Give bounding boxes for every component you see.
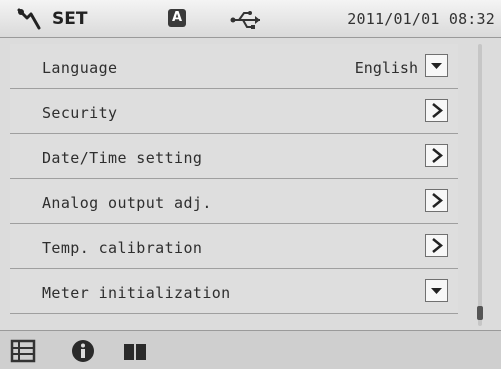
meter-initialization-dropdown-button[interactable] <box>425 279 448 302</box>
chevron-right-icon <box>432 193 443 208</box>
list-icon[interactable] <box>10 339 36 363</box>
dropdown-arrow-icon <box>431 63 442 69</box>
security-arrow-button[interactable] <box>425 99 448 122</box>
usb-icon <box>230 11 260 29</box>
menu-item-label: Temp. calibration <box>42 239 203 257</box>
menu-item-label: Security <box>42 104 118 122</box>
chevron-right-icon <box>432 238 443 253</box>
language-value: English <box>354 59 418 77</box>
menu-item-meter-initialization[interactable]: Meter initialization <box>10 269 458 314</box>
chevron-right-icon <box>432 148 443 163</box>
date-time-arrow-button[interactable] <box>425 144 448 167</box>
menu-item-security[interactable]: Security <box>10 89 458 134</box>
menu-item-analog-output-adj[interactable]: Analog output adj. <box>10 179 458 224</box>
temp-calibration-arrow-button[interactable] <box>425 234 448 257</box>
wrench-icon <box>17 8 41 30</box>
scrollbar-track[interactable] <box>478 44 482 326</box>
analog-output-arrow-button[interactable] <box>425 189 448 212</box>
menu-item-temp-calibration[interactable]: Temp. calibration <box>10 224 458 269</box>
menu-item-label: Language <box>42 59 118 77</box>
mode-badge: A <box>168 9 186 27</box>
language-dropdown-button[interactable] <box>425 54 448 77</box>
dropdown-arrow-icon <box>431 288 442 294</box>
datetime-display: 2011/01/01 08:32 <box>347 10 495 28</box>
scrollbar[interactable] <box>472 44 490 326</box>
status-header: SET A 2011/01/01 08:32 <box>0 0 501 38</box>
scrollbar-thumb[interactable] <box>477 306 483 320</box>
bottom-toolbar <box>0 330 501 369</box>
info-icon[interactable] <box>70 339 96 363</box>
menu-item-label: Analog output adj. <box>42 194 212 212</box>
menu-item-label: Meter initialization <box>42 284 231 302</box>
page-title: SET <box>52 9 88 29</box>
chevron-right-icon <box>432 103 443 118</box>
menu-item-language[interactable]: Language English <box>10 44 458 89</box>
menu-item-date-time-setting[interactable]: Date/Time setting <box>10 134 458 179</box>
menu-item-label: Date/Time setting <box>42 149 203 167</box>
settings-menu: Language English Security Date/Time sett… <box>10 44 458 314</box>
book-icon[interactable] <box>122 339 148 363</box>
